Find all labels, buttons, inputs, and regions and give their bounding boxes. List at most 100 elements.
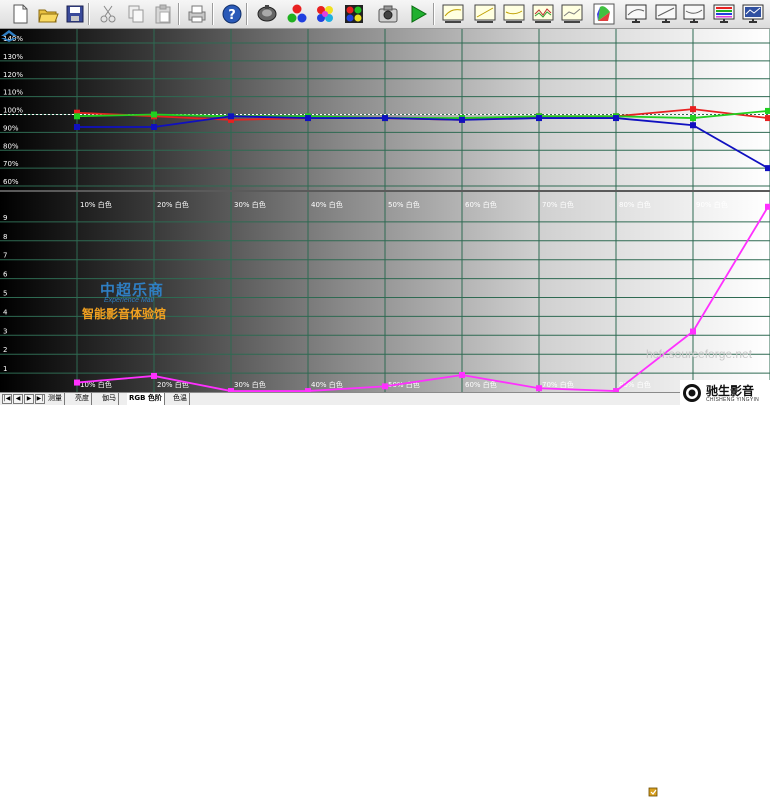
print-button[interactable] [185,2,209,26]
toolbar-separator [212,3,214,25]
toolbar-separator [88,3,90,25]
new-file-button[interactable] [8,2,32,26]
tab-3[interactable]: RGB 色阶 [127,393,165,405]
tab-4[interactable]: 色温 [171,393,190,405]
y-tick-label: 70% [3,160,19,168]
y-tick-label: 9 [3,214,7,222]
paste-button[interactable] [151,2,175,26]
watermark-logo-icon [1,30,17,42]
x-tick-label: 40% 白色 [311,380,343,389]
data-point-magenta [765,203,770,210]
series-line-blue [77,115,769,169]
graph-1-icon [442,4,464,23]
y-tick-label: 7 [3,252,7,260]
save-icon [66,5,84,23]
data-point-green [74,113,80,120]
data-point-blue [459,116,465,123]
copy-button[interactable] [124,2,148,26]
x-tick-label: 60% 白色 [465,380,497,389]
tab-next-button[interactable]: ▶ [24,394,34,404]
graph-2-icon [474,4,496,23]
toolbar-separator [178,3,180,25]
graph-1-button[interactable] [441,2,465,26]
data-point-magenta [74,379,80,386]
probe-button[interactable] [255,2,279,26]
monitor-5-button[interactable] [741,2,765,26]
monitor-2-icon [655,4,677,23]
print-icon [188,5,206,23]
data-point-magenta [151,372,157,379]
monitor-4-button[interactable] [712,2,736,26]
x-tick-label: 90% 白色 [696,200,728,209]
open-folder-button[interactable] [36,2,60,26]
graph-3-icon [503,4,525,23]
monitor-1-icon [625,4,647,23]
graph-2-button[interactable] [473,2,497,26]
data-point-magenta [382,383,388,390]
data-point-blue [74,124,80,131]
cie-diagram-button[interactable] [592,2,616,26]
rgb-dots-button[interactable] [285,2,309,26]
help-button[interactable]: ? [220,2,244,26]
data-point-green [765,107,770,114]
y-tick-label: 100% [3,107,23,115]
data-point-magenta [690,328,696,335]
cut-button[interactable] [96,2,120,26]
data-point-blue [613,115,619,122]
x-tick-label: 70% 白色 [542,200,574,209]
play-button[interactable] [406,2,430,26]
data-point-blue [228,113,234,120]
rgb-dots-icon [287,4,307,23]
y-tick-label: 3 [3,327,7,335]
color-wheel-icon [345,5,363,23]
monitor-3-button[interactable] [682,2,706,26]
data-point-blue [151,124,157,131]
graph-5-button[interactable] [560,2,584,26]
data-point-magenta [536,385,542,392]
monitor-5-icon [742,4,764,23]
paste-icon [155,4,171,24]
tray-icon[interactable] [648,787,658,797]
color-balls-button[interactable] [313,2,337,26]
tab-1[interactable]: 亮度 [73,393,92,405]
tab-2[interactable]: 伽马 [100,393,119,405]
cie-diagram-icon [593,3,615,25]
help-icon: ? [222,4,242,24]
tab-last-button[interactable]: ▶| [35,394,45,404]
data-point-blue [305,115,311,122]
x-tick-label: 60% 白色 [465,200,497,209]
tab-prev-button[interactable]: ◀ [13,394,23,404]
camera-icon [378,5,398,23]
brand-subtitle: CHISHENG YINGYIN [706,397,760,403]
tab-0[interactable]: 测量 [46,393,65,405]
monitor-4-icon [713,4,735,23]
sheet-tab-bar: |◀ ◀ ▶ ▶| 测量 亮度 伽马 RGB 色阶 色温 [0,392,770,797]
copy-icon [128,5,144,23]
data-point-blue [690,122,696,129]
tab-first-button[interactable]: |◀ [2,394,12,404]
y-tick-label: 2 [3,346,7,354]
graph-3-button[interactable] [502,2,526,26]
watermark-url: hcfr.sourceforge.net [646,347,753,361]
y-tick-label: 4 [3,308,8,316]
x-tick-label: 50% 白色 [388,200,420,209]
y-tick-label: 90% [3,124,19,132]
chart-area: 60%70%80%90%100%110%120%130%140%10% 白色20… [0,29,770,392]
cut-icon [100,5,116,23]
monitor-1-button[interactable] [624,2,648,26]
svg-text:?: ? [228,8,236,23]
x-tick-label: 30% 白色 [234,200,266,209]
toolbar-separator [246,3,248,25]
watermark-subtitle: Experience Mall [104,297,154,304]
color-wheel-button[interactable] [342,2,366,26]
save-button[interactable] [63,2,87,26]
toolbar-separator [433,3,435,25]
y-tick-label: 5 [3,290,7,298]
camera-button[interactable] [376,2,400,26]
play-icon [411,5,428,23]
x-tick-label: 10% 白色 [80,200,112,209]
monitor-2-button[interactable] [654,2,678,26]
data-point-green [690,115,696,122]
graph-4-button[interactable] [531,2,555,26]
data-point-blue [765,165,770,172]
